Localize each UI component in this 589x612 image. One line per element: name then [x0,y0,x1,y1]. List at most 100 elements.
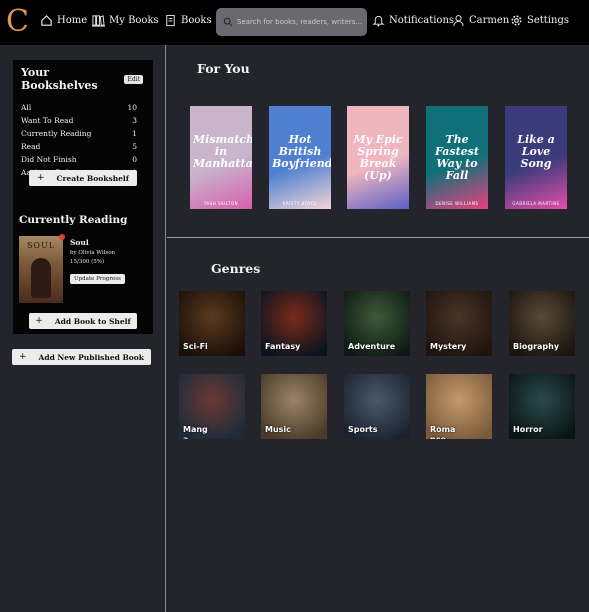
cover-author: GABRIELA MARTINS [512,201,560,206]
shelf-count: 1 [132,129,137,138]
genre-label: Mystery [430,342,467,351]
add-new-published-book-button[interactable]: + Add New Published Book [12,349,151,365]
cover-title: The Fastest Way to Fall [435,133,479,182]
cover-title: Hot British Boyfriend [272,133,331,170]
nav-notifications-label: Notifications [389,15,455,26]
nav-user[interactable]: Carmen [452,14,509,27]
nav-home[interactable]: Home [40,14,87,27]
book-cover[interactable]: SOUL [19,234,65,303]
genre-tile[interactable]: Mystery [426,291,492,356]
book-cover-for-you[interactable]: Like a Love Song GABRIELA MARTINS [505,106,567,209]
cover-title: Mismatched in Manhattan [193,133,252,170]
genre-label: Music [265,425,291,434]
shelf-count: 5 [132,142,137,151]
genre-label: Sci-Fi [183,342,208,351]
nav-my-books-label: My Books [109,15,159,26]
user-icon [453,15,464,27]
plus-icon: + [36,173,45,183]
genre-label: Biography [513,342,560,351]
genre-label: Sports [348,425,378,434]
genre-tile[interactable]: Sci-Fi [179,291,245,356]
shelf-count: 3 [132,116,137,125]
bookshelf-list: All 10 Want To Read 3 Currently Reading … [21,101,145,179]
shelf-label: Currently Reading [21,129,92,138]
book-cover-for-you[interactable]: The Fastest Way to Fall DENISE WILLIAMS [426,106,488,209]
current-book: SOUL Soul by Olivia Wilson 15/300 (5%) U… [19,234,125,303]
shelf-row-did-not-finish[interactable]: Did Not Finish 0 [21,153,145,166]
genre-label: Adventure [348,342,396,351]
genre-label: Horror [513,425,543,434]
sidebar: Your Bookshelves Edit All 10 Want To Rea… [0,45,166,612]
book-cover-for-you[interactable]: Mismatched in Manhattan TASH SKILTON [190,106,252,209]
plus-icon: + [35,316,43,326]
top-nav-bar: C Home My Books Books Notifications Carm… [0,0,589,45]
genre-tile[interactable]: Fantasy [261,291,327,356]
shelf-label: All [21,103,32,112]
genre-label: Romance [430,425,456,439]
shelf-count: 10 [127,103,137,112]
nav-books[interactable]: Books [164,14,212,27]
nav-settings-label: Settings [527,15,569,26]
book-icon [166,14,175,27]
shelf-row-want-to-read[interactable]: Want To Read 3 [21,114,145,127]
currently-reading-title: Currently Reading [19,214,128,226]
genre-tile[interactable]: Music [261,374,327,439]
cover-title: Like a Love Song [517,133,555,170]
bookshelf-icon [92,15,105,27]
bookshelves-title: Your Bookshelves [21,66,98,92]
current-book-title[interactable]: Soul [70,238,125,247]
add-book-to-shelf-button[interactable]: + Add Book to Shelf [29,313,137,329]
for-you-title: For You [197,61,250,76]
shelf-row-currently-reading[interactable]: Currently Reading 1 [21,127,145,140]
nav-books-label: Books [181,15,212,26]
genre-tile[interactable]: Sports [344,374,410,439]
search-bar [216,8,367,36]
nav-user-label: Carmen [469,15,510,26]
cover-author: KRISTY BOYCE [282,201,318,206]
gear-icon [511,15,522,26]
app-logo[interactable]: C [6,4,29,40]
shelf-label: Did Not Finish [21,155,77,164]
genre-tile[interactable]: Manga [179,374,245,439]
plus-icon: + [18,352,27,362]
shelf-count: 0 [132,155,137,164]
home-icon [41,15,52,26]
section-divider [167,237,589,238]
bell-icon [372,15,385,27]
update-progress-button[interactable]: Update Progress [70,274,125,284]
book-cover-for-you[interactable]: My Epic Spring Break (Up) [347,106,409,209]
genre-tile[interactable]: Horror [509,374,575,439]
genre-label: Manga [183,425,208,439]
genre-tile[interactable]: Biography [509,291,575,356]
create-bookshelf-button[interactable]: + Create Bookshelf [29,170,137,186]
current-book-author: by Olivia Wilson [70,250,116,256]
nav-settings[interactable]: Settings [510,14,569,27]
nav-my-books[interactable]: My Books [92,14,159,27]
cover-author: DENISE WILLIAMS [435,201,479,206]
search-input[interactable] [237,18,365,26]
current-book-progress: 15/300 (5%) [70,259,105,265]
nav-home-label: Home [57,15,88,26]
genres-title: Genres [211,261,261,276]
remove-badge-icon[interactable] [59,234,65,240]
shelf-row-read[interactable]: Read 5 [21,140,145,153]
cover-title: My Epic Spring Break (Up) [353,133,403,182]
genre-tile[interactable]: Romance [426,374,492,439]
cover-figure [31,258,51,298]
edit-bookshelves-button[interactable]: Edit [124,74,143,84]
create-bookshelf-label: Create Bookshelf [56,173,129,183]
add-book-to-shelf-label: Add Book to Shelf [54,316,131,326]
add-new-published-book-label: Add New Published Book [38,352,145,362]
genre-tile[interactable]: Adventure [344,291,410,356]
shelf-row-all[interactable]: All 10 [21,101,145,114]
currently-reading-panel: Currently Reading SOUL Soul by Olivia Wi… [13,209,153,334]
nav-notifications[interactable]: Notifications [372,14,454,27]
search-icon [223,17,233,27]
shelf-label: Want To Read [21,116,74,125]
bookshelves-panel: Your Bookshelves Edit All 10 Want To Rea… [13,60,153,215]
cover-title-text: SOUL [26,241,56,250]
shelf-label: Read [21,142,41,151]
cover-author: TASH SKILTON [203,201,239,206]
book-cover-for-you[interactable]: Hot British Boyfriend KRISTY BOYCE [269,106,331,209]
genre-label: Fantasy [265,342,301,351]
